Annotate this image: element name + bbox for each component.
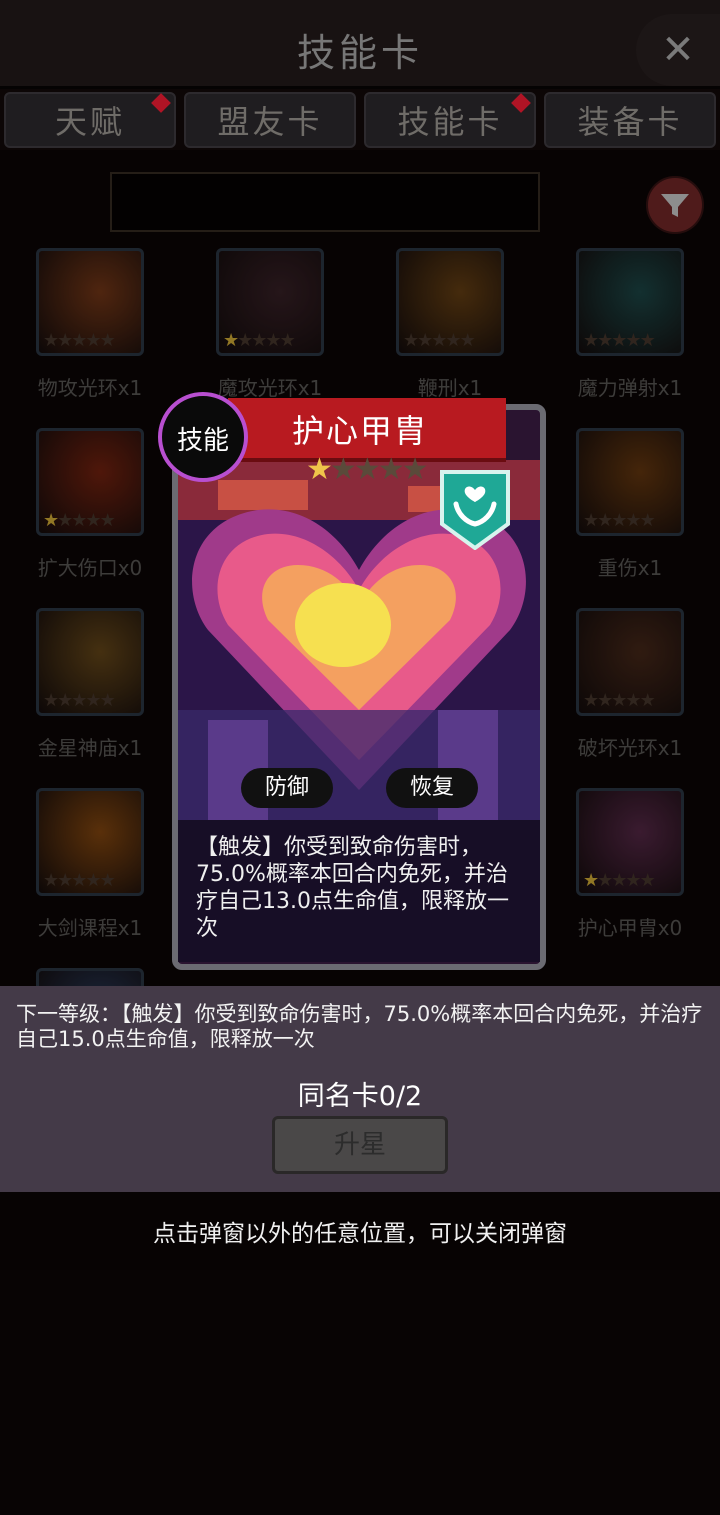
tab-equipment-cards[interactable]: 装备卡 (544, 92, 716, 148)
heart-hands-icon (438, 468, 512, 551)
next-level-text: 下一等级：【触发】你受到致命伤害时，75.0%概率本回合内免死，并治疗自己15.… (16, 1002, 703, 1051)
card-name: 护心甲胄 (291, 412, 428, 450)
card-description: 【触发】你受到致命伤害时，75.0%概率本回合内免死，并治疗自己13.0点生命值… (196, 835, 509, 941)
tag-recovery: 恢复 (386, 768, 478, 808)
tab-talent[interactable]: 天赋 (4, 92, 176, 148)
tab-ally-cards[interactable]: 盟友卡 (184, 92, 356, 148)
tag-defense: 防御 (241, 768, 333, 808)
upgrade-star-button[interactable]: 升星 (272, 1116, 448, 1174)
close-hint: 点击弹窗以外的任意位置，可以关闭弹窗 (153, 1221, 567, 1247)
card-star-rating: ★★★★★ (306, 452, 429, 487)
tab-skill-cards[interactable]: 技能卡 (364, 92, 536, 148)
close-icon: ✕ (661, 27, 695, 73)
page-title: 技能卡 (296, 31, 423, 75)
card-type-badge: 技能 (158, 392, 248, 482)
duplicate-card-count: 同名卡0/2 (297, 1081, 423, 1112)
close-button[interactable]: ✕ (636, 14, 720, 86)
